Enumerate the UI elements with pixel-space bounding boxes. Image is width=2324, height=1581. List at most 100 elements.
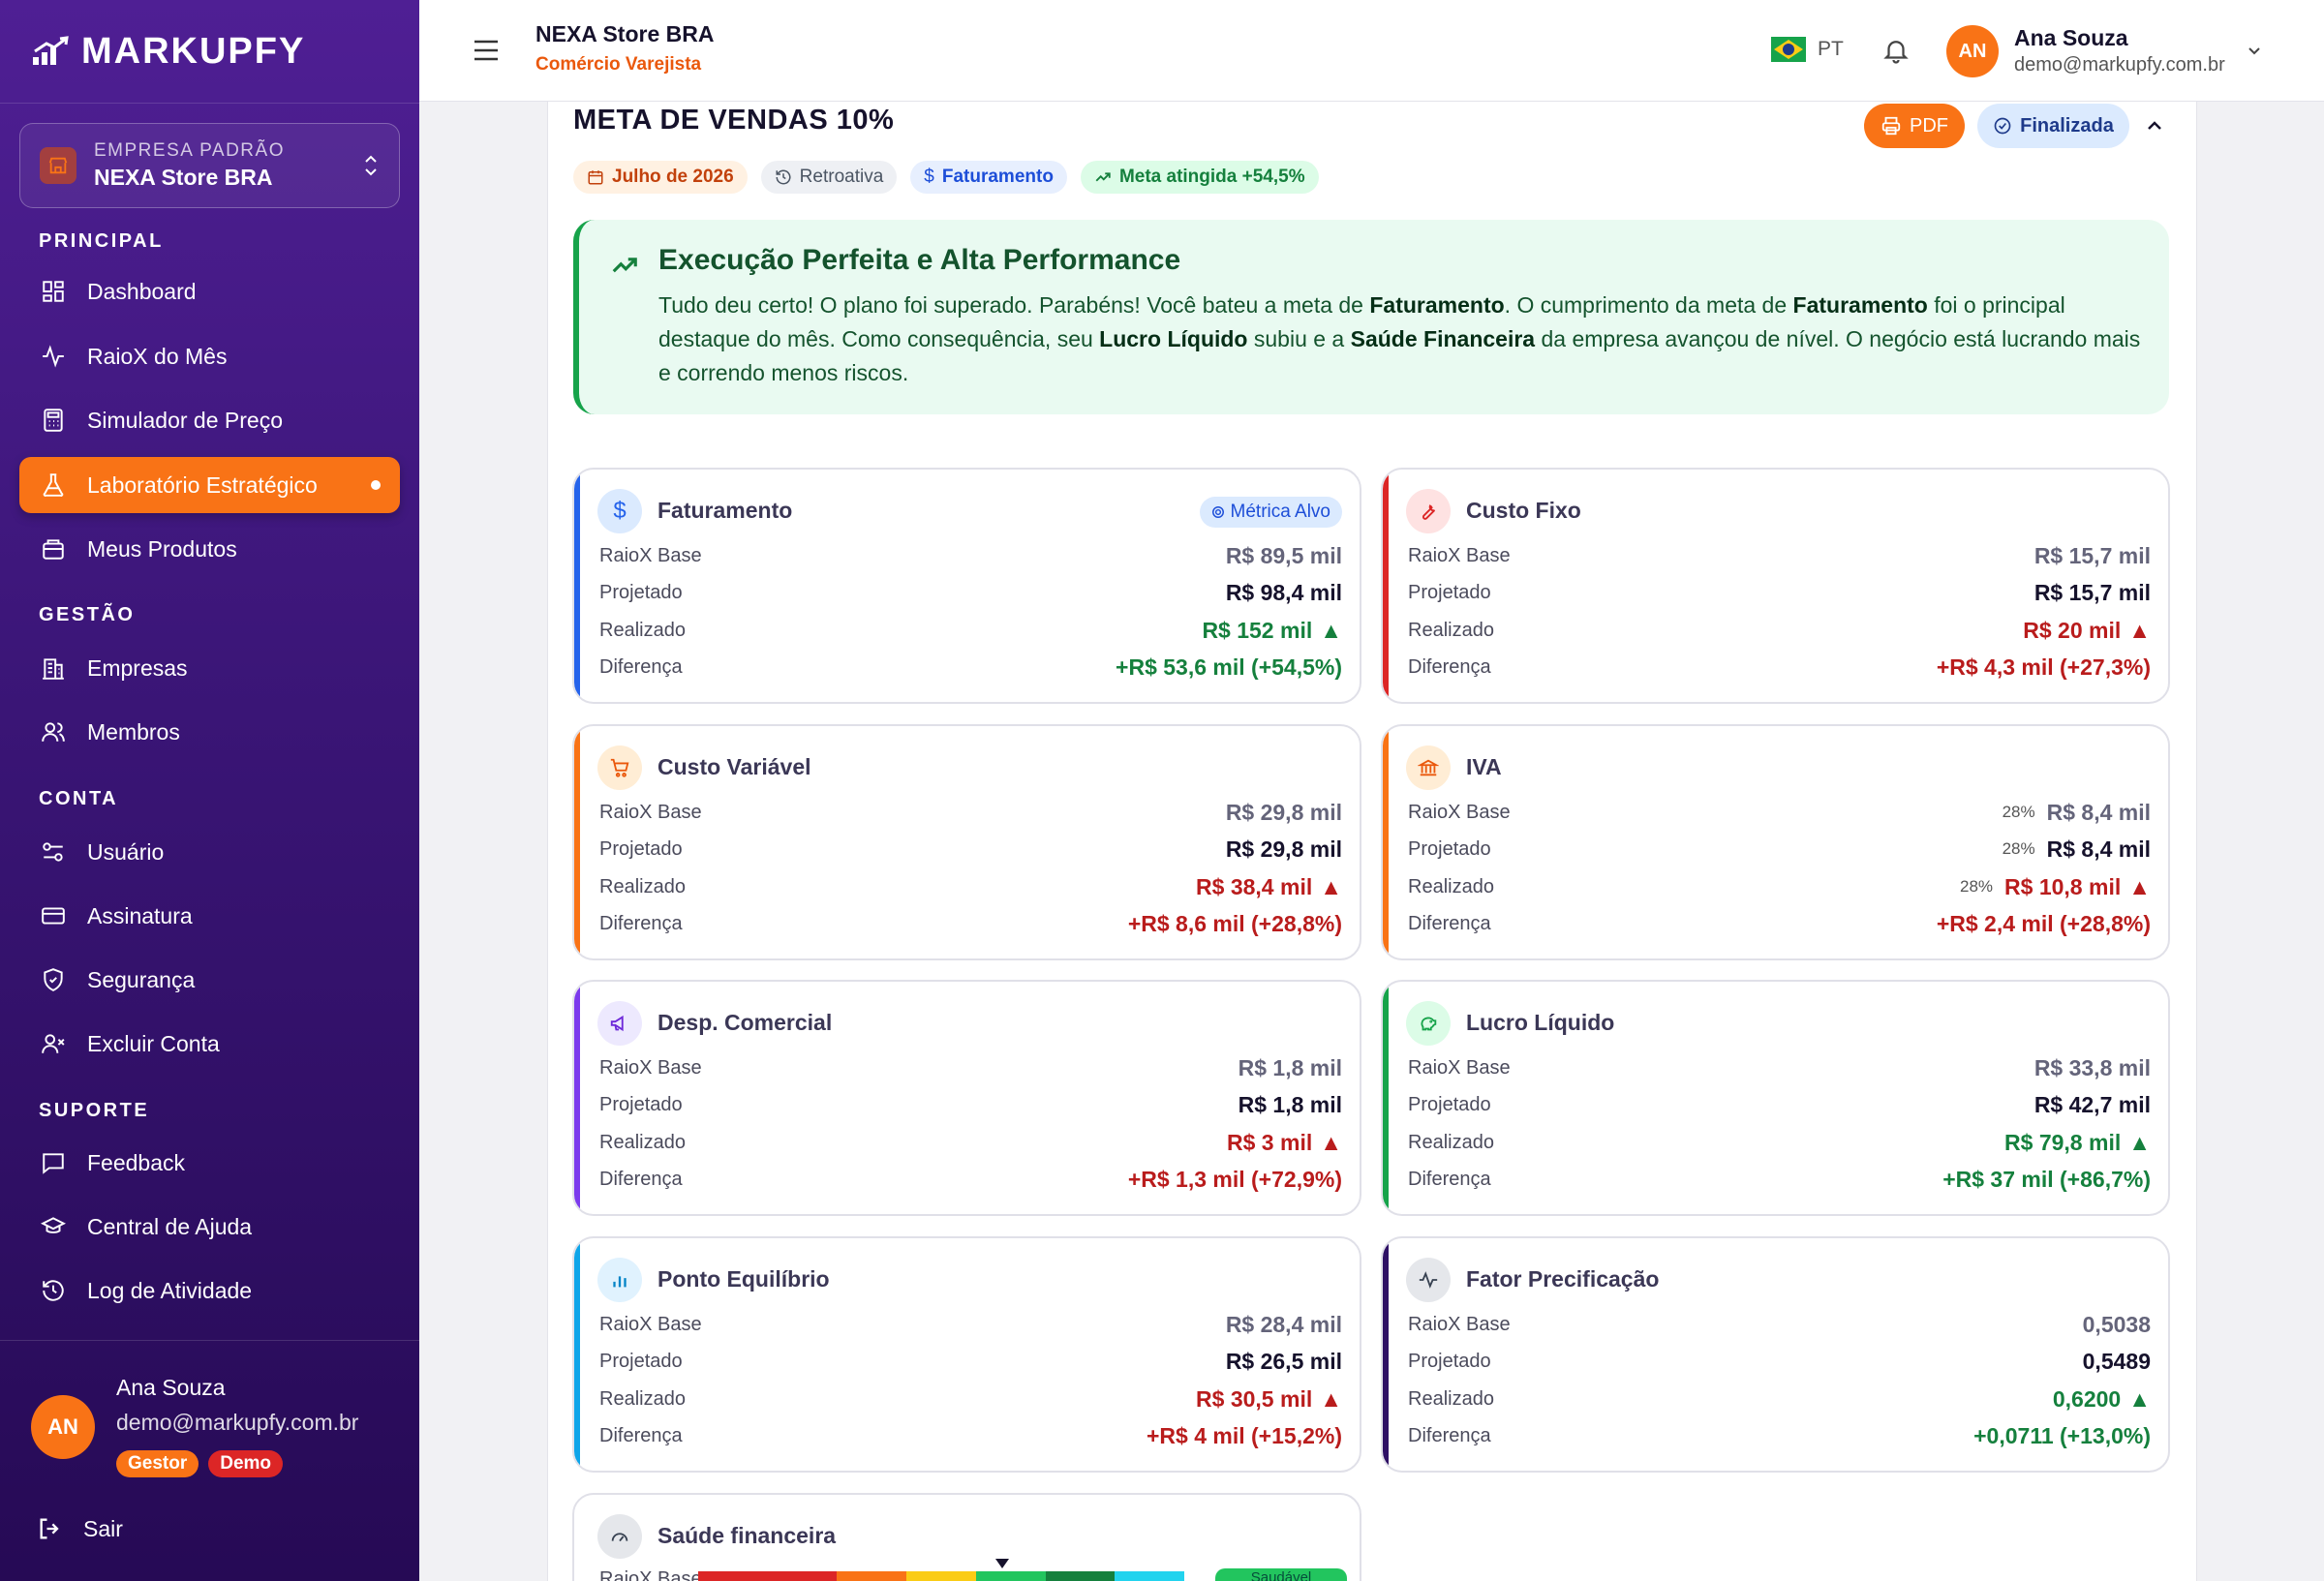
topbar: NEXA Store BRA Comércio Varejista PT AN … xyxy=(419,0,2324,102)
row-label: Projetado xyxy=(599,1093,683,1115)
sidebar-item-label: Usuário xyxy=(87,838,165,865)
sidebar-item-dashboard[interactable]: Dashboard xyxy=(19,263,400,319)
projected-value: 0,5489 xyxy=(2082,1348,2151,1374)
row-label: Diferença xyxy=(599,1424,683,1446)
insight-highlight: Faturamento xyxy=(1369,292,1505,318)
tag-result: Meta atingida +54,5% xyxy=(1080,161,1319,194)
base-row: 28% R$ 8,4 mil xyxy=(2003,800,2151,826)
health-segment xyxy=(975,1571,1046,1581)
row-label: Diferença xyxy=(599,912,683,934)
up-triangle-icon: ▲ xyxy=(1320,873,1342,899)
projected-row: 28% R$ 8,4 mil xyxy=(2003,836,2151,863)
goal-tags: Julho de 2026 Retroativa $ Faturamento M… xyxy=(573,161,1319,194)
sidebar-item-feedback[interactable]: Feedback xyxy=(19,1135,400,1191)
difference-value: +R$ 4 mil (+15,2%) xyxy=(1147,1422,1342,1448)
realized-row: 0,6200 ▲ xyxy=(2053,1386,2151,1413)
logout-button[interactable]: Sair xyxy=(37,1515,123,1542)
card-accent xyxy=(1383,982,1389,1214)
row-label: RaioX Base xyxy=(1408,1056,1511,1079)
brand-name: MARKUPFY xyxy=(81,30,306,72)
row-label: Realizado xyxy=(599,1387,686,1410)
pulse-icon xyxy=(39,342,68,371)
sidebar-item-log[interactable]: Log de Atividade xyxy=(19,1262,400,1319)
section-gestao: GESTÃO xyxy=(39,604,136,625)
sidebar-item-laboratorio[interactable]: Laboratório Estratégico xyxy=(19,457,400,513)
metric-title: IVA xyxy=(1466,754,1502,779)
menu-icon[interactable] xyxy=(472,37,501,64)
sidebar-item-label: Log de Atividade xyxy=(87,1277,253,1303)
base-value: R$ 28,4 mil xyxy=(1225,1311,1342,1337)
row-label: Realizado xyxy=(1408,1387,1494,1410)
metric-title: Fator Precificação xyxy=(1466,1266,1660,1292)
printer-icon xyxy=(1881,116,1901,136)
pdf-button[interactable]: PDF xyxy=(1864,104,1965,148)
sidebar-item-assinatura[interactable]: Assinatura xyxy=(19,888,400,944)
up-triangle-icon: ▲ xyxy=(2128,1129,2151,1155)
company-selector[interactable]: EMPRESA PADRÃO NEXA Store BRA xyxy=(19,123,400,208)
language-selector[interactable]: PT xyxy=(1771,37,1844,62)
sidebar-item-label: Meus Produtos xyxy=(87,535,237,562)
tag-metric: $ Faturamento xyxy=(910,161,1067,194)
brand-logo[interactable]: MARKUPFY xyxy=(31,27,305,76)
realized-row: R$ 79,8 mil ▲ xyxy=(2004,1130,2151,1156)
difference-value: +R$ 1,3 mil (+72,9%) xyxy=(1127,1166,1342,1192)
card-accent xyxy=(1383,726,1389,958)
avatar[interactable]: AN xyxy=(31,1395,95,1459)
metric-title: Saúde financeira xyxy=(657,1523,837,1548)
insight-text-part: . O cumprimento da meta de xyxy=(1504,292,1793,318)
sidebar-divider xyxy=(0,1340,419,1341)
sidebar-item-label: Membros xyxy=(87,718,180,745)
sidebar-item-seguranca[interactable]: Segurança xyxy=(19,952,400,1008)
chevron-down-icon[interactable] xyxy=(2245,41,2264,60)
sidebar-item-usuario[interactable]: Usuário xyxy=(19,824,400,880)
sidebar-item-simulador[interactable]: Simulador de Preço xyxy=(19,392,400,448)
row-label: RaioX Base xyxy=(599,1056,702,1079)
bell-icon[interactable] xyxy=(1881,35,1911,66)
insight-text-part: Tudo deu certo! O plano foi superado. Pa… xyxy=(658,292,1370,318)
sidebar-item-produtos[interactable]: Meus Produtos xyxy=(19,521,400,577)
sidebar-divider xyxy=(0,103,419,104)
sidebar-item-raiox[interactable]: RaioX do Mês xyxy=(19,328,400,384)
metric-title: Lucro Líquido xyxy=(1466,1010,1615,1035)
health-segment xyxy=(1045,1571,1116,1581)
realized-value: R$ 152 mil xyxy=(1202,617,1313,643)
logout-icon xyxy=(40,1518,59,1539)
sidebar-item-ajuda[interactable]: Central de Ajuda xyxy=(19,1199,400,1255)
chevron-up-icon[interactable] xyxy=(2142,114,2167,137)
metric-card-desp-comercial: Desp. Comercial RaioX Base R$ 1,8 mil Pro… xyxy=(572,980,1361,1216)
store-name: NEXA Store BRA xyxy=(535,21,715,46)
metric-card-custo-fixo: Custo Fixo RaioX Base R$ 15,7 mil Projeta… xyxy=(1381,468,2170,704)
user-email: demo@markupfy.com.br xyxy=(116,1410,359,1435)
card-accent xyxy=(1383,1238,1389,1471)
up-triangle-icon: ▲ xyxy=(2128,617,2151,643)
language-label: PT xyxy=(1818,38,1844,60)
company-label: EMPRESA PADRÃO xyxy=(94,140,285,161)
sidebar: MARKUPFY EMPRESA PADRÃO NEXA Store BRA P… xyxy=(0,0,419,1581)
demo-badge: Demo xyxy=(208,1450,284,1477)
bar-chart-logo-icon xyxy=(33,36,69,65)
chevron-updown-icon xyxy=(365,155,377,176)
insight-text: Tudo deu certo! O plano foi superado. Pa… xyxy=(658,289,2150,390)
row-label: Diferença xyxy=(599,1168,683,1190)
target-metric-label: Métrica Alvo xyxy=(1230,502,1330,522)
row-label: Projetado xyxy=(1408,1350,1491,1372)
avatar[interactable]: AN xyxy=(1946,25,1999,77)
status-badge[interactable]: Finalizada xyxy=(1977,104,2129,148)
row-label: Diferença xyxy=(1408,1424,1491,1446)
sidebar-item-empresas[interactable]: Empresas xyxy=(19,640,400,696)
metric-card-lucro-liquido: Lucro Líquido RaioX Base R$ 33,8 mil Proj… xyxy=(1381,980,2170,1216)
flask-icon xyxy=(39,471,68,500)
sidebar-item-membros[interactable]: Membros xyxy=(19,704,400,760)
difference-value: +R$ 2,4 mil (+28,8%) xyxy=(1936,910,2151,936)
row-label: RaioX Base xyxy=(599,801,702,823)
dollar-icon: $ xyxy=(597,489,642,533)
up-triangle-icon: ▲ xyxy=(2128,1385,2151,1412)
row-label: Realizado xyxy=(1408,1131,1494,1153)
card-accent xyxy=(574,726,580,958)
metric-title: Faturamento xyxy=(657,498,793,523)
sidebar-item-excluir[interactable]: Excluir Conta xyxy=(19,1016,400,1072)
section-principal: PRINCIPAL xyxy=(39,230,164,252)
row-label: Realizado xyxy=(1408,875,1494,897)
insight-highlight: Lucro Líquido xyxy=(1099,326,1248,351)
sidebar-item-label: Empresas xyxy=(87,654,188,681)
